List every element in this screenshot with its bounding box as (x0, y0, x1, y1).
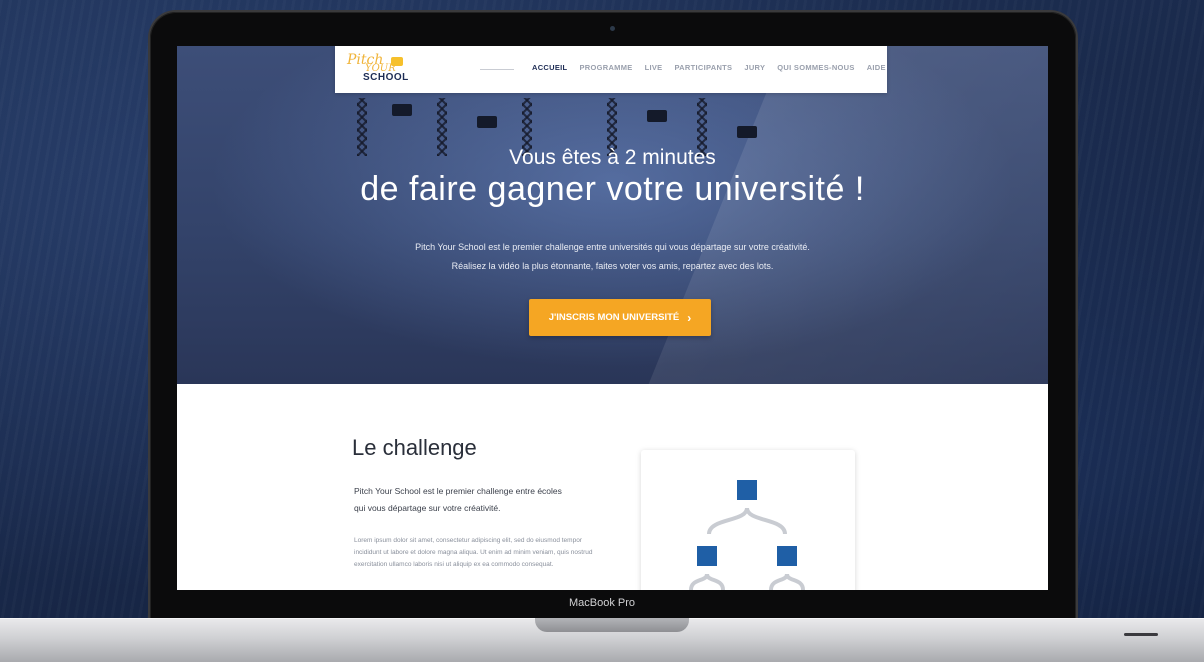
hero-section: Pitch YOUR SCHOOL ACCUEIL PROGRAMME LIVE… (177, 46, 1048, 384)
laptop-opening-notch (535, 618, 689, 632)
laptop-screen: Pitch YOUR SCHOOL ACCUEIL PROGRAMME LIVE… (177, 46, 1048, 590)
bracket-node-right (777, 546, 797, 566)
challenge-lead: Pitch Your School est le premier challen… (354, 483, 574, 517)
nav-item-live[interactable]: LIVE (645, 63, 663, 72)
register-university-button[interactable]: J'INSCRIS MON UNIVERSITÉ › (529, 299, 711, 336)
challenge-body: Lorem ipsum dolor sit amet, consectetur … (354, 535, 604, 571)
nav-divider (480, 69, 514, 70)
hero-subtitle-line-2: Réalisez la vidéo la plus étonnante, fai… (177, 257, 1048, 276)
hero-headline-small: Vous êtes à 2 minutes (177, 146, 1048, 170)
sleep-indicator (1124, 633, 1158, 636)
hero-subtitle: Pitch Your School est le premier challen… (177, 238, 1048, 276)
tournament-diagram-card (641, 450, 855, 590)
bracket-brace-left (691, 574, 723, 590)
chevron-right-icon: › (687, 311, 691, 325)
nav-item-accueil[interactable]: ACCUEIL (532, 63, 567, 72)
nav-item-qui-sommes-nous[interactable]: QUI SOMMES-NOUS (777, 63, 854, 72)
nav-item-programme[interactable]: PROGRAMME (579, 63, 632, 72)
nav-item-aide[interactable]: AIDE (867, 63, 886, 72)
main-nav: ACCUEIL PROGRAMME LIVE PARTICIPANTS JURY… (532, 63, 886, 72)
studio-lamp (737, 126, 757, 138)
site-logo[interactable]: Pitch YOUR SCHOOL (347, 52, 407, 88)
site-header: Pitch YOUR SCHOOL ACCUEIL PROGRAMME LIVE… (335, 46, 887, 93)
hero-headline-large: de faire gagner votre université ! (177, 170, 1048, 209)
studio-lamp (477, 116, 497, 128)
camera-icon (610, 26, 615, 31)
hero-subtitle-line-1: Pitch Your School est le premier challen… (177, 238, 1048, 257)
studio-lamp (647, 110, 667, 122)
bracket-brace-top (709, 508, 785, 534)
challenge-section: Le challenge Pitch Your School est le pr… (177, 384, 1048, 590)
logo-text-school: SCHOOL (363, 72, 409, 83)
bracket-node-left (697, 546, 717, 566)
nav-item-participants[interactable]: PARTICIPANTS (674, 63, 732, 72)
studio-lamp (392, 104, 412, 116)
bracket-brace-right (771, 574, 803, 590)
register-university-label: J'INSCRIS MON UNIVERSITÉ (549, 312, 680, 323)
nav-item-jury[interactable]: JURY (744, 63, 765, 72)
logo-badge-icon (391, 57, 403, 66)
laptop-model-label: MacBook Pro (0, 597, 1204, 609)
tournament-bracket-icon (641, 450, 855, 590)
challenge-title: Le challenge (352, 435, 477, 461)
bracket-node-top (737, 480, 757, 500)
